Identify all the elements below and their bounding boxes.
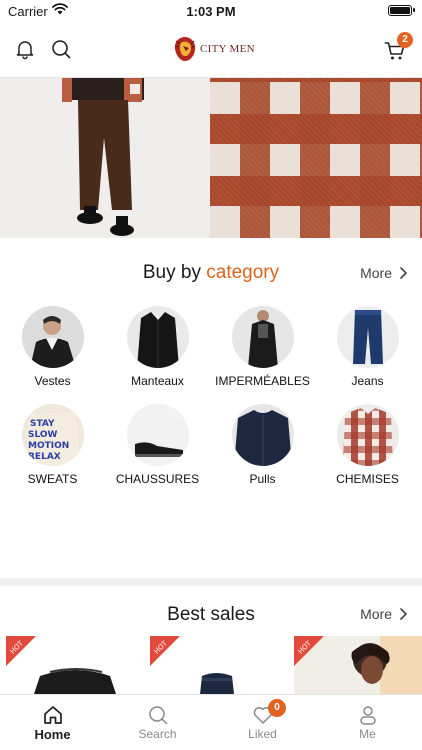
category-image xyxy=(231,306,294,368)
chevron-right-icon xyxy=(400,267,408,279)
lion-logo-icon xyxy=(174,37,196,61)
category-image xyxy=(126,306,189,368)
search-icon xyxy=(148,706,167,725)
category-image xyxy=(21,306,84,368)
best-sales-more-link[interactable]: More xyxy=(360,606,408,622)
category-image xyxy=(126,404,189,466)
bell-icon[interactable] xyxy=(14,38,36,60)
banner-fabric-image xyxy=(210,78,422,238)
brand-name: CITY MEN xyxy=(200,43,255,55)
more-label: More xyxy=(360,265,392,281)
status-bar: Carrier 1:03 PM xyxy=(0,0,422,22)
category-pulls[interactable]: Pulls xyxy=(210,404,315,486)
category-chemises[interactable]: CHEMISES xyxy=(315,404,420,486)
product-card[interactable]: HOT xyxy=(6,636,136,694)
category-label: Jeans xyxy=(351,374,384,388)
liked-count-badge: 0 xyxy=(268,699,286,717)
promo-banner[interactable] xyxy=(0,78,422,238)
category-impermeables[interactable]: IMPERMÉABLES xyxy=(210,306,315,388)
search-icon[interactable] xyxy=(50,38,72,60)
tab-liked[interactable]: 0 Liked xyxy=(210,695,315,750)
tab-label: Me xyxy=(359,727,376,741)
bottom-tab-bar: Home Search 0 Liked Me xyxy=(0,694,422,750)
category-vestes[interactable]: Vestes xyxy=(0,306,105,388)
hot-badge: HOT xyxy=(294,636,324,666)
category-more-link[interactable]: More xyxy=(360,265,408,281)
svg-text:MOTION: MOTION xyxy=(28,441,69,451)
cart-count-badge: 2 xyxy=(397,32,413,48)
category-sweats[interactable]: STAY SLOW MOTION RELAX SWEATS xyxy=(0,404,105,486)
person-icon xyxy=(359,706,376,725)
clock: 1:03 PM xyxy=(186,4,236,19)
tab-search[interactable]: Search xyxy=(105,695,210,750)
title-prefix: Buy by xyxy=(142,262,201,283)
banner-model-image xyxy=(0,78,210,238)
product-card[interactable]: HOT xyxy=(294,636,422,694)
home-icon xyxy=(43,706,62,724)
section-divider xyxy=(0,578,422,586)
category-label: CHEMISES xyxy=(336,472,399,486)
category-label: Pulls xyxy=(249,472,276,486)
hot-badge: HOT xyxy=(6,636,36,666)
category-image: STAY SLOW MOTION RELAX xyxy=(21,404,84,466)
hot-badge: HOT xyxy=(150,636,180,666)
svg-text:STAY: STAY xyxy=(30,419,55,429)
app-header: CITY MEN 2 xyxy=(0,22,422,78)
category-label: Vestes xyxy=(34,374,71,388)
category-image xyxy=(231,404,294,466)
category-manteaux[interactable]: Manteaux xyxy=(105,306,210,388)
category-label: IMPERMÉABLES xyxy=(215,374,310,388)
category-chaussures[interactable]: CHAUSSURES xyxy=(105,404,210,486)
tab-label: Home xyxy=(34,727,71,742)
chevron-right-icon xyxy=(400,608,408,620)
brand-logo[interactable]: CITY MEN xyxy=(172,34,255,64)
category-label: SWEATS xyxy=(27,472,78,486)
tab-home[interactable]: Home xyxy=(0,695,105,750)
title-accent: category xyxy=(206,262,280,283)
category-section-title: Buy by category xyxy=(0,262,422,284)
category-jeans[interactable]: Jeans xyxy=(315,306,420,388)
category-image xyxy=(336,306,399,368)
svg-text:SLOW: SLOW xyxy=(28,430,58,440)
category-label: CHAUSSURES xyxy=(115,472,200,486)
svg-text:RELAX: RELAX xyxy=(28,452,61,462)
battery-icon xyxy=(388,5,415,16)
tab-me[interactable]: Me xyxy=(315,695,420,750)
tab-label: Liked xyxy=(248,727,277,741)
category-image xyxy=(336,404,399,466)
category-label: Manteaux xyxy=(131,374,184,388)
tab-label: Search xyxy=(138,727,177,741)
more-label: More xyxy=(360,606,392,622)
best-sales-title: Best sales xyxy=(167,604,255,625)
product-card[interactable]: HOT xyxy=(150,636,280,694)
best-sales-row: HOT HOT HOT xyxy=(0,636,422,694)
